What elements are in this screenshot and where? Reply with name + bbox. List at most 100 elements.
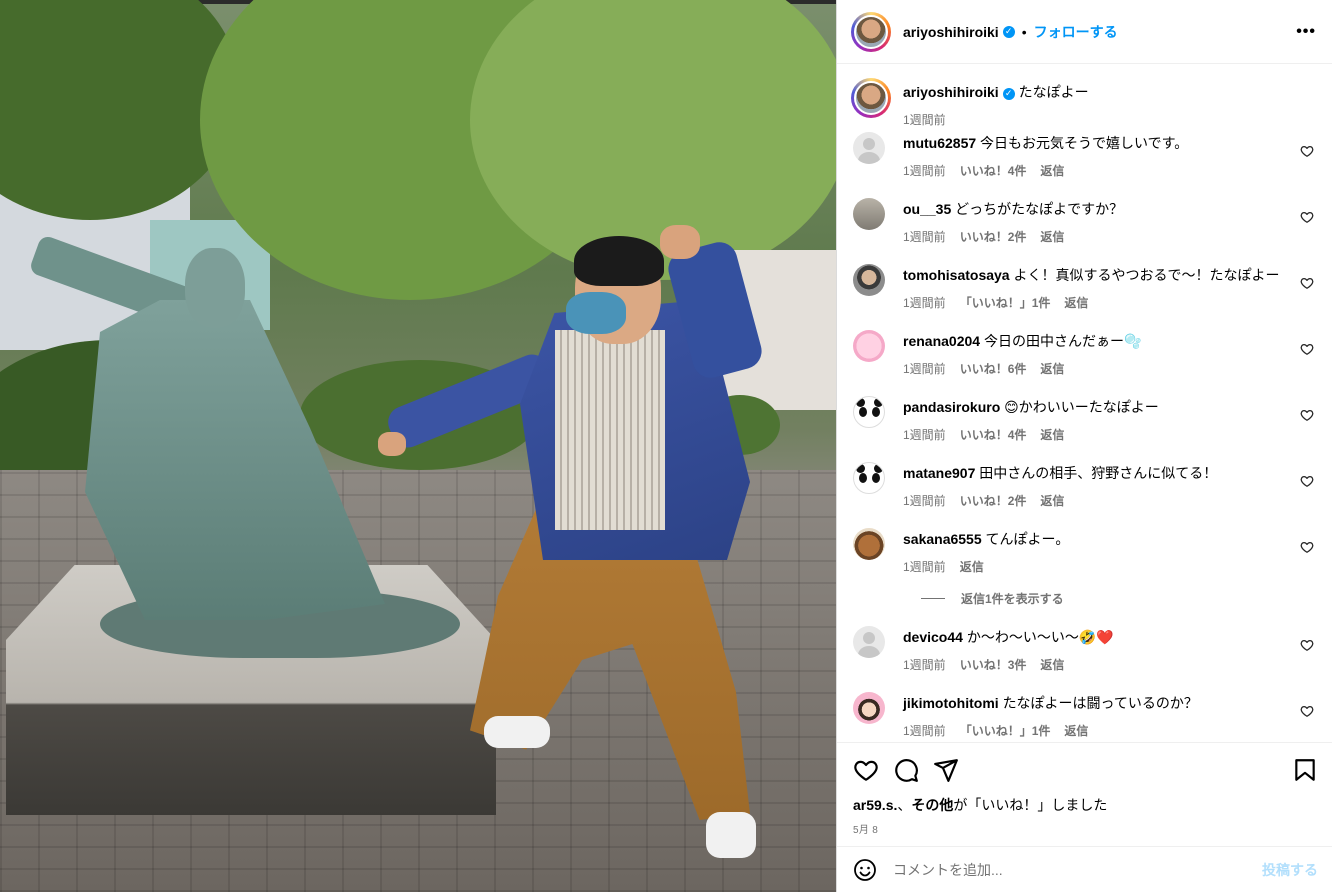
comment-likes[interactable]: 「いいね！」1件	[960, 724, 1051, 738]
person-shirt	[555, 330, 665, 530]
comment-input[interactable]	[893, 861, 1262, 878]
reply-button[interactable]: 返信	[1064, 724, 1088, 738]
comment-like-icon[interactable]	[1300, 638, 1314, 652]
comment-row: renana0204 今日の田中さんだぁー🫧 1週間前 いいね！6件 返信	[851, 328, 1318, 394]
person-fist	[378, 432, 406, 456]
commenter-avatar[interactable]	[853, 626, 885, 658]
comment-likes[interactable]: いいね！2件	[960, 494, 1027, 508]
comment-likes[interactable]: いいね！6件	[960, 362, 1027, 376]
comment-time[interactable]: 1週間前	[903, 560, 946, 574]
commenter-username[interactable]: mutu62857	[903, 135, 976, 151]
author-avatar[interactable]	[851, 78, 891, 118]
post-comment-button[interactable]: 投稿する	[1262, 860, 1318, 880]
comment-time[interactable]: 1週間前	[903, 230, 946, 244]
statue-body	[85, 300, 385, 620]
comment-like-icon[interactable]	[1300, 276, 1314, 290]
comment-like-icon[interactable]	[1300, 408, 1314, 422]
post-image[interactable]	[0, 0, 836, 892]
reply-button[interactable]: 返信	[1040, 164, 1064, 178]
comment-time[interactable]: 1週間前	[903, 296, 946, 310]
heart-icon[interactable]	[853, 757, 879, 783]
reply-button[interactable]: 返信	[1040, 494, 1064, 508]
verified-icon: ✓	[1002, 25, 1015, 38]
comment-composer: 投稿する	[837, 846, 1332, 892]
commenter-username[interactable]: jikimotohitomi	[903, 695, 999, 711]
comment-row: matane907 田中さんの相手、狩野さんに似てる！ 1週間前 いいね！2件 返信	[851, 460, 1318, 526]
comment-text: てんぽよー。	[985, 531, 1070, 547]
reply-button[interactable]: 返信	[1064, 296, 1088, 310]
person-fist	[660, 225, 700, 259]
reply-button[interactable]: 返信	[960, 560, 984, 574]
comment-like-icon[interactable]	[1300, 474, 1314, 488]
comment-row: devico44 か〜わ〜い〜い〜🤣❤️ 1週間前 いいね！3件 返信	[851, 624, 1318, 690]
liked-by-suffix: が「いいね！」しました	[953, 797, 1108, 813]
bookmark-icon[interactable]	[1292, 757, 1318, 783]
commenter-avatar[interactable]	[853, 330, 885, 362]
comment-time[interactable]: 1週間前	[903, 164, 946, 178]
commenter-username[interactable]: devico44	[903, 629, 963, 645]
reply-button[interactable]: 返信	[1040, 230, 1064, 244]
comment-time[interactable]: 1週間前	[903, 494, 946, 508]
commenter-avatar[interactable]	[853, 132, 885, 164]
comment-text: 今日の田中さんだぁー🫧	[983, 333, 1142, 349]
more-icon[interactable]: •••	[1296, 23, 1316, 41]
comments-list[interactable]: ariyoshihiroiki ✓ たなぽよー 1週間前 mutu62857 今日…	[837, 64, 1332, 742]
comment-like-icon[interactable]	[1300, 540, 1314, 554]
reply-button[interactable]: 返信	[1040, 658, 1064, 672]
commenter-username[interactable]: ou__35	[903, 201, 951, 217]
post-side-panel: ariyoshihiroiki ✓ • フォローする ••• ariyoshih…	[836, 0, 1332, 892]
comment-icon[interactable]	[893, 757, 919, 783]
comment-time[interactable]: 1週間前	[903, 362, 946, 376]
commenter-username[interactable]: matane907	[903, 465, 975, 481]
view-replies-label[interactable]: 返信1件を表示する	[961, 590, 1064, 607]
caption-username[interactable]: ariyoshihiroiki	[903, 84, 999, 100]
post-date[interactable]: 5月 8	[853, 821, 1318, 836]
reply-button[interactable]: 返信	[1040, 428, 1064, 442]
share-icon[interactable]	[933, 757, 959, 783]
comment-likes[interactable]: いいね！4件	[960, 164, 1027, 178]
comment-time[interactable]: 1週間前	[903, 724, 946, 738]
comment-row: mutu62857 今日もお元気そうで嬉しいです。 1週間前 いいね！4件 返信	[851, 130, 1318, 196]
caption-time[interactable]: 1週間前	[903, 113, 946, 127]
comment-text: たなぽよーは闘っているのか？	[1002, 695, 1198, 711]
post-caption: ariyoshihiroiki ✓ たなぽよー 1週間前	[851, 64, 1318, 130]
comment-like-icon[interactable]	[1300, 704, 1314, 718]
replies-rule	[921, 597, 945, 599]
comment-text: 田中さんの相手、狩野さんに似てる！	[979, 465, 1218, 481]
commenter-avatar[interactable]	[853, 692, 885, 724]
comment-time[interactable]: 1週間前	[903, 428, 946, 442]
comment-likes[interactable]: いいね！4件	[960, 428, 1027, 442]
liked-by-others[interactable]: その他	[911, 797, 953, 813]
comment-row: tomohisatosaya よく！真似するやつおるで〜！たなぽよー 1週間前「…	[851, 262, 1318, 328]
person-mask	[566, 292, 626, 334]
person-shoe	[706, 812, 756, 858]
post-actions: ar59.s.、その他が「いいね！」しました 5月 8	[837, 742, 1332, 846]
commenter-username[interactable]: sakana6555	[903, 531, 982, 547]
commenter-username[interactable]: tomohisatosaya	[903, 267, 1010, 283]
comment-like-icon[interactable]	[1300, 144, 1314, 158]
liked-by-user[interactable]: ar59.s.	[853, 797, 897, 813]
commenter-avatar[interactable]	[853, 462, 885, 494]
comment-text: 😊かわいいーたなぽよー	[1004, 399, 1159, 415]
follow-button[interactable]: フォローする	[1034, 22, 1118, 42]
author-username[interactable]: ariyoshihiroiki	[903, 24, 999, 40]
comment-likes[interactable]: いいね！2件	[960, 230, 1027, 244]
commenter-avatar[interactable]	[853, 528, 885, 560]
commenter-avatar[interactable]	[853, 264, 885, 296]
reply-button[interactable]: 返信	[1040, 362, 1064, 376]
emoji-icon[interactable]	[853, 858, 877, 882]
commenter-username[interactable]: renana0204	[903, 333, 980, 349]
comment-like-icon[interactable]	[1300, 342, 1314, 356]
person-hair	[574, 236, 664, 286]
comment-likes[interactable]: 「いいね！」1件	[960, 296, 1051, 310]
caption-text: たなぽよー	[1018, 84, 1089, 100]
author-avatar[interactable]	[851, 11, 891, 52]
comment-like-icon[interactable]	[1300, 210, 1314, 224]
commenter-username[interactable]: pandasirokuro	[903, 399, 1000, 415]
commenter-avatar[interactable]	[853, 396, 885, 428]
comment-time[interactable]: 1週間前	[903, 658, 946, 672]
comment-row: pandasirokuro 😊かわいいーたなぽよー 1週間前 いいね！4件 返信	[851, 394, 1318, 460]
comment-likes[interactable]: いいね！3件	[960, 658, 1027, 672]
person-shoe	[484, 716, 550, 748]
commenter-avatar[interactable]	[853, 198, 885, 230]
